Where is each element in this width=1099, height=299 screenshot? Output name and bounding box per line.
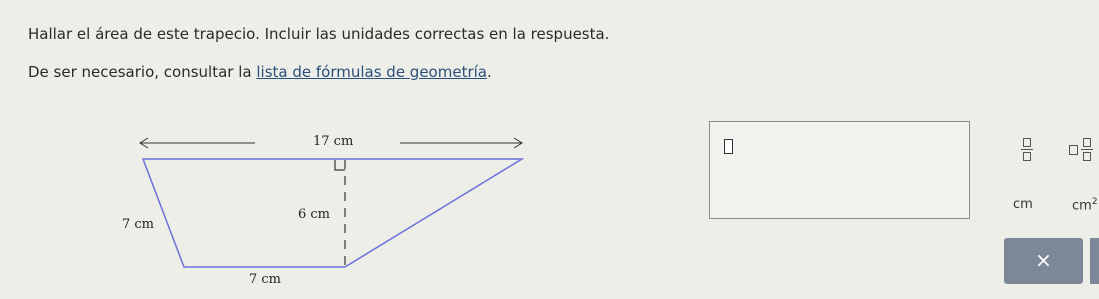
clear-button[interactable]: × — [1004, 238, 1083, 284]
answer-input[interactable] — [709, 121, 970, 219]
whole-box-icon — [1069, 144, 1078, 155]
left-side-label: 7 cm — [122, 217, 154, 232]
unit-cm-button[interactable]: cm — [1013, 197, 1033, 212]
numerator-box-icon — [1083, 138, 1091, 147]
trapezoid-figure: 17 cm 6 cm 7 cm 7 cm — [122, 134, 525, 287]
undo-button-partial[interactable] — [1090, 238, 1099, 284]
bottom-base-label: 7 cm — [249, 272, 281, 287]
height-line — [334, 160, 346, 267]
input-placeholder-box — [724, 139, 733, 154]
fraction-button[interactable] — [1021, 138, 1033, 161]
height-label: 6 cm — [298, 207, 330, 222]
trapezoid-shape — [141, 158, 525, 268]
unit-cm2-label: cm — [1072, 198, 1092, 214]
top-base-label: 17 cm — [313, 134, 353, 149]
unit-exponent: 2 — [1091, 197, 1098, 207]
unit-cm2-button[interactable]: cm2 — [1072, 197, 1098, 213]
denominator-box-icon — [1023, 152, 1031, 161]
denominator-box-icon — [1083, 152, 1091, 161]
numerator-box-icon — [1023, 138, 1031, 147]
mixed-number-button[interactable] — [1069, 138, 1093, 161]
